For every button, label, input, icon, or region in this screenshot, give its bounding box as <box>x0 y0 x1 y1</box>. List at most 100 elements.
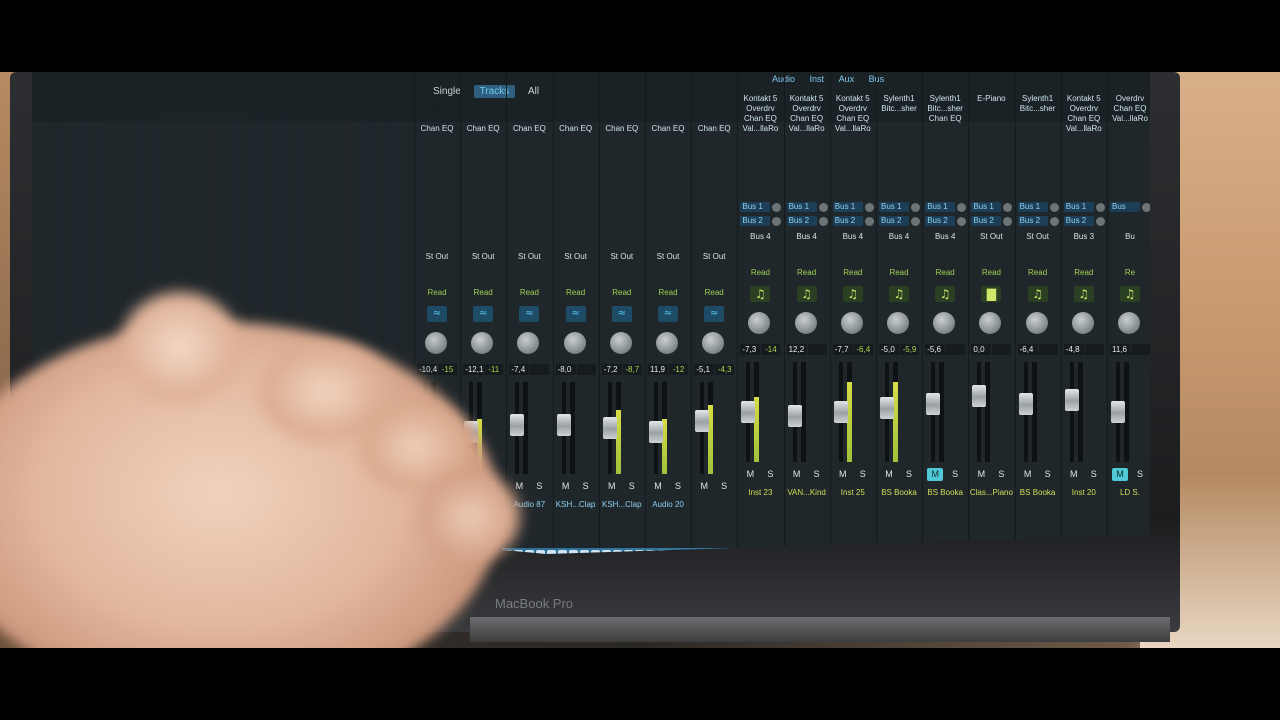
plugin-slot[interactable]: Overdrv <box>785 104 829 114</box>
solo-button[interactable]: S <box>531 480 547 493</box>
waveform-icon[interactable]: ≈ <box>658 306 678 322</box>
send-slot[interactable]: Bus 2 <box>1017 216 1048 226</box>
music-note-icon[interactable]: ♫ <box>1027 286 1048 302</box>
mute-button[interactable]: M <box>927 468 944 481</box>
solo-button[interactable]: S <box>1086 468 1102 481</box>
send-knob[interactable] <box>818 203 828 212</box>
volume-fader[interactable] <box>1111 401 1125 423</box>
piano-icon[interactable]: ▇ <box>981 286 1002 302</box>
automation-mode[interactable]: Read <box>738 268 782 277</box>
output-slot[interactable]: Bus 3 <box>1062 232 1106 241</box>
mute-button[interactable]: M <box>881 468 897 481</box>
automation-mode[interactable]: Read <box>1016 268 1060 277</box>
output-slot[interactable]: St Out <box>646 252 690 261</box>
plugin-slot[interactable]: Bitc...sher <box>877 104 921 114</box>
channel-name[interactable]: VAN...Kind <box>785 486 829 500</box>
send-knob[interactable] <box>957 217 967 226</box>
plugin-slot[interactable]: Val...llaRo <box>831 124 875 134</box>
pan-knob[interactable] <box>1071 312 1094 334</box>
music-note-icon[interactable]: ♫ <box>842 286 863 302</box>
channel-name[interactable]: KSH...Clap <box>600 498 644 512</box>
plugin-slot[interactable]: Chan EQ <box>1062 114 1106 124</box>
mute-button[interactable]: M <box>835 468 851 481</box>
plugin-slot[interactable]: Chan EQ <box>692 124 736 134</box>
send-slot[interactable]: Bus 1 <box>832 202 863 212</box>
music-note-icon[interactable]: ♫ <box>1120 286 1140 302</box>
automation-mode[interactable]: Read <box>923 268 967 277</box>
music-note-icon[interactable]: ♫ <box>796 286 817 302</box>
send-slot[interactable]: Bus 1 <box>925 202 956 212</box>
output-slot[interactable]: St Out <box>554 252 598 261</box>
plugin-slot[interactable]: Overdrv <box>738 104 782 114</box>
send-slot[interactable]: Bus 1 <box>786 202 817 212</box>
mute-button[interactable]: M <box>742 468 758 481</box>
volume-fader[interactable] <box>787 404 802 427</box>
automation-mode[interactable]: Read <box>507 288 551 297</box>
automation-mode[interactable]: Read <box>877 268 921 277</box>
channel-name[interactable]: BS Booka <box>923 486 967 500</box>
channel-name[interactable]: LD S. <box>1108 486 1150 500</box>
solo-button[interactable]: S <box>716 480 732 493</box>
channel-name[interactable] <box>692 498 736 512</box>
output-slot[interactable]: St Out <box>692 252 736 261</box>
pan-knob[interactable] <box>1025 312 1048 334</box>
send-knob[interactable] <box>1095 217 1105 226</box>
solo-button[interactable]: S <box>762 468 778 481</box>
channel-name[interactable]: Audio 20 <box>646 498 690 512</box>
plugin-slot[interactable]: Chan EQ <box>785 114 829 124</box>
waveform-icon[interactable]: ≈ <box>704 306 725 322</box>
solo-button[interactable]: S <box>855 468 871 481</box>
send-knob[interactable] <box>911 217 920 226</box>
send-knob[interactable] <box>772 203 782 212</box>
automation-mode[interactable]: Read <box>646 288 690 297</box>
pan-knob[interactable] <box>887 312 909 334</box>
send-slot[interactable]: Bus 1 <box>971 202 1002 212</box>
plugin-slot[interactable]: Sylenth1 <box>1016 94 1060 104</box>
output-slot[interactable]: St Out <box>1016 232 1060 241</box>
output-slot[interactable]: Bus 4 <box>738 232 782 241</box>
automation-mode[interactable]: Read <box>785 268 829 277</box>
automation-mode[interactable]: Read <box>600 288 644 297</box>
output-slot[interactable]: Bus 4 <box>831 232 875 241</box>
solo-button[interactable]: S <box>993 468 1009 481</box>
automation-mode[interactable]: Read <box>831 268 875 277</box>
mute-button[interactable]: M <box>973 468 989 481</box>
plugin-slot[interactable]: Sylenth1 <box>923 94 967 104</box>
send-knob[interactable] <box>1142 203 1150 212</box>
output-slot[interactable]: Bus 4 <box>877 232 921 241</box>
send-slot[interactable]: Bus 2 <box>832 216 863 226</box>
volume-fader[interactable] <box>510 413 525 436</box>
channel-name[interactable]: Inst 23 <box>738 486 782 500</box>
output-slot[interactable]: Bus 4 <box>923 232 967 241</box>
output-slot[interactable]: St Out <box>600 252 644 261</box>
solo-button[interactable]: S <box>947 468 963 481</box>
send-slot[interactable]: Bus 2 <box>1063 216 1094 226</box>
channel-name[interactable]: Inst 25 <box>831 486 875 500</box>
volume-fader[interactable] <box>695 410 710 432</box>
send-slot[interactable]: Bus 1 <box>1017 202 1048 212</box>
volume-fader[interactable] <box>880 397 894 420</box>
send-knob[interactable] <box>1049 203 1059 212</box>
solo-button[interactable]: S <box>1132 468 1148 481</box>
plugin-slot[interactable]: Val...llaRo <box>785 124 829 134</box>
plugin-slot[interactable]: Kontakt 5 <box>831 94 875 104</box>
volume-fader[interactable] <box>649 420 663 443</box>
send-slot[interactable]: Bus 2 <box>786 216 817 226</box>
plugin-slot[interactable]: Kontakt 5 <box>738 94 782 104</box>
output-slot[interactable]: St Out <box>969 232 1013 241</box>
pan-knob[interactable] <box>1118 312 1140 334</box>
send-slot[interactable]: Bus 2 <box>879 216 909 226</box>
music-note-icon[interactable]: ♫ <box>1073 286 1094 302</box>
plugin-slot[interactable]: Chan EQ <box>507 124 551 134</box>
mute-button[interactable]: M <box>650 480 666 493</box>
plugin-slot[interactable]: Chan EQ <box>923 114 967 124</box>
send-knob[interactable] <box>1003 203 1013 212</box>
volume-fader[interactable] <box>741 401 756 423</box>
send-knob[interactable] <box>818 217 828 226</box>
solo-button[interactable]: S <box>809 468 825 481</box>
pan-knob[interactable] <box>933 312 956 334</box>
plugin-slot[interactable]: Val...llaRo <box>1062 124 1106 134</box>
plugin-slot[interactable]: Bitc...sher <box>1016 104 1060 114</box>
pan-knob[interactable] <box>609 332 632 354</box>
mute-button[interactable]: M <box>696 480 712 493</box>
